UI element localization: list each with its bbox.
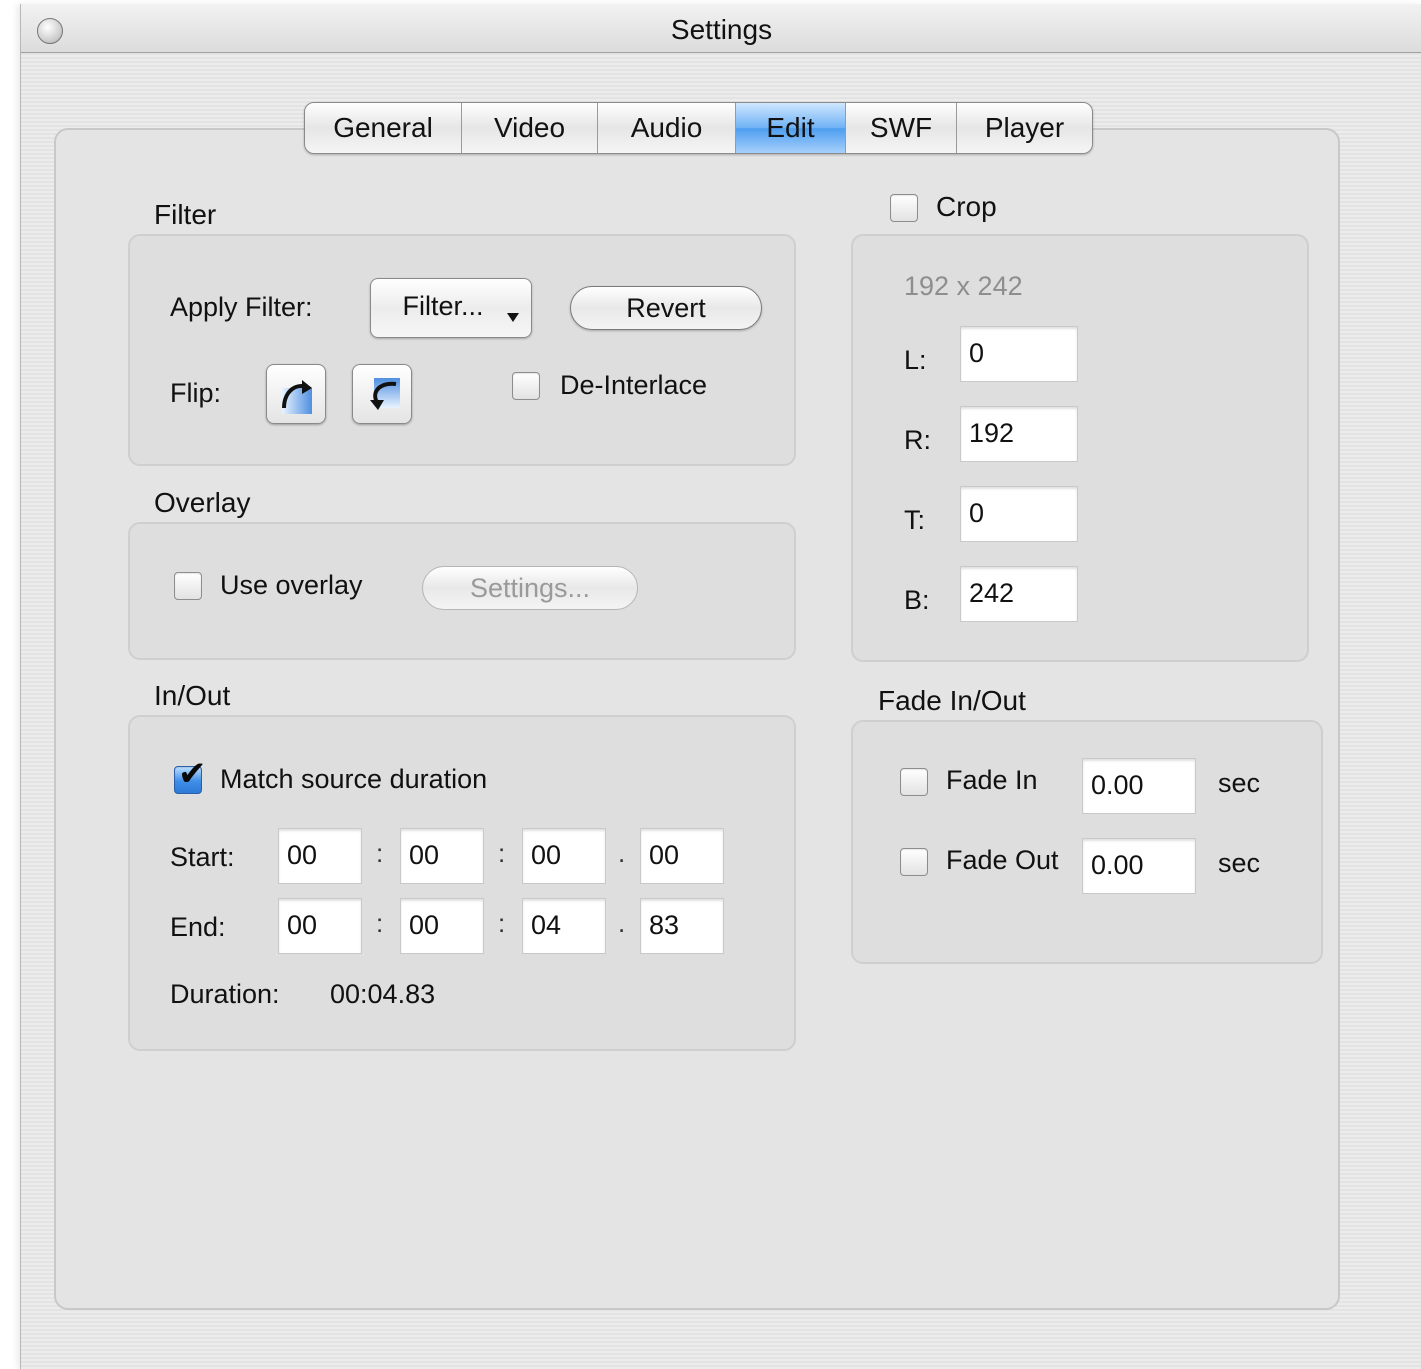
fade-in-label: Fade In (946, 765, 1038, 795)
crop-left-label: L: (904, 345, 927, 375)
flip-label: Flip: (170, 378, 222, 408)
tab-player[interactable]: Player (957, 103, 1092, 153)
start-frames-field[interactable]: 00 (640, 828, 724, 884)
tab-swf[interactable]: SWF (846, 103, 957, 153)
start-minutes-field[interactable]: 00 (400, 828, 484, 884)
tab-edit[interactable]: Edit (736, 103, 846, 153)
flip-vertical-button[interactable] (266, 364, 326, 424)
overlay-settings-button[interactable]: Settings... (422, 566, 638, 610)
crop-bottom-field[interactable]: 242 (960, 566, 1078, 622)
crop-top-label: T: (904, 505, 926, 535)
fade-out-checkbox[interactable] (900, 848, 928, 876)
checkmark-icon: ✔ (178, 754, 207, 794)
fade-out-unit: sec (1218, 848, 1261, 878)
title-bar[interactable]: Settings (21, 4, 1421, 53)
fade-group-title: Fade In/Out (878, 685, 1026, 716)
crop-bottom-label: B: (904, 585, 930, 615)
separator: . (618, 908, 626, 938)
crop-checkbox[interactable] (890, 194, 918, 222)
use-overlay-label: Use overlay (220, 570, 363, 600)
chevron-down-icon (507, 313, 519, 322)
crop-group-title: Crop (936, 191, 997, 222)
fade-in-checkbox[interactable] (900, 768, 928, 796)
end-frames-field[interactable]: 83 (640, 898, 724, 954)
separator: : (376, 908, 384, 938)
tab-video[interactable]: Video (462, 103, 598, 153)
overlay-group-title: Overlay (154, 487, 251, 518)
tab-audio[interactable]: Audio (598, 103, 736, 153)
crop-top-field[interactable]: 0 (960, 486, 1078, 542)
crop-dimensions: 192 x 242 (904, 271, 1023, 301)
filter-group-title: Filter (154, 199, 217, 230)
end-label: End: (170, 912, 226, 942)
fade-out-label: Fade Out (946, 845, 1059, 875)
crop-left-field[interactable]: 0 (960, 326, 1078, 382)
end-seconds-field[interactable]: 04 (522, 898, 606, 954)
match-source-checkbox[interactable]: ✔ (174, 757, 207, 794)
crop-right-field[interactable]: 192 (960, 406, 1078, 462)
filter-group (128, 234, 796, 466)
end-minutes-field[interactable]: 00 (400, 898, 484, 954)
separator: . (618, 838, 626, 868)
start-hours-field[interactable]: 00 (278, 828, 362, 884)
filter-popup-label: Filter... (402, 291, 484, 321)
separator: : (498, 838, 506, 868)
inout-group-title: In/Out (154, 680, 231, 711)
flip-horizontal-button[interactable] (352, 364, 412, 424)
crop-right-label: R: (904, 425, 931, 455)
deinterlace-label: De-Interlace (560, 370, 708, 400)
start-seconds-field[interactable]: 00 (522, 828, 606, 884)
deinterlace-checkbox[interactable] (512, 372, 540, 400)
revert-button[interactable]: Revert (570, 286, 762, 330)
tab-bar: General Video Audio Edit SWF Player (304, 102, 1093, 154)
flip-vertical-icon (282, 380, 312, 414)
fade-in-field[interactable]: 0.00 (1082, 758, 1196, 814)
use-overlay-checkbox[interactable] (174, 572, 202, 600)
separator: : (376, 838, 384, 868)
filter-popup-button[interactable]: Filter... (370, 278, 532, 338)
fade-out-field[interactable]: 0.00 (1082, 838, 1196, 894)
apply-filter-label: Apply Filter: (170, 292, 313, 322)
window-title: Settings (670, 14, 773, 45)
duration-value: 00:04.83 (330, 979, 436, 1009)
fade-in-unit: sec (1218, 768, 1261, 798)
duration-label: Duration: (170, 979, 280, 1009)
match-source-label: Match source duration (220, 764, 488, 794)
end-hours-field[interactable]: 00 (278, 898, 362, 954)
separator: : (498, 908, 506, 938)
tab-general[interactable]: General (305, 103, 462, 153)
start-label: Start: (170, 842, 235, 872)
flip-horizontal-icon (370, 378, 400, 410)
